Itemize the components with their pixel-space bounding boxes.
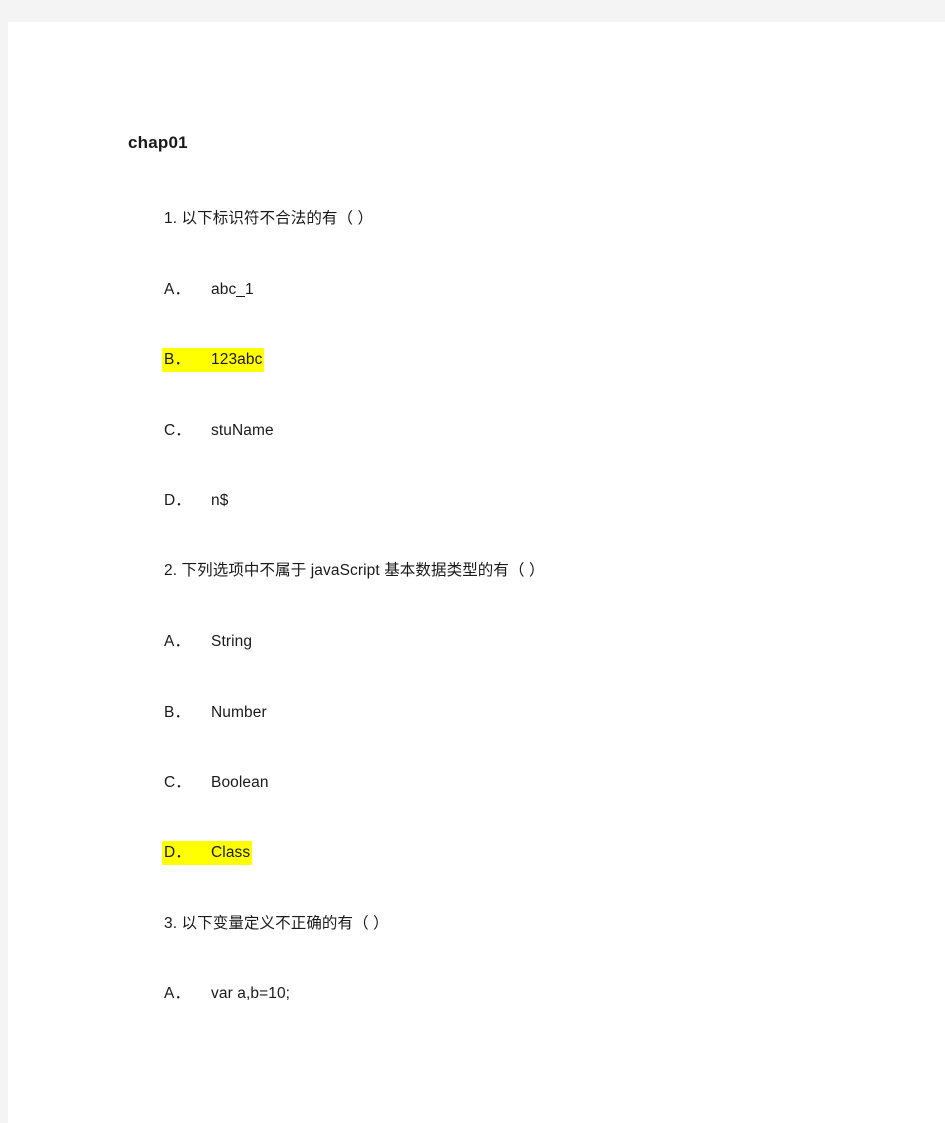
option-1-d: D． n$ [164, 490, 228, 512]
option-text: Boolean [211, 774, 269, 791]
option-2-b: B． Number [164, 702, 267, 724]
option-letter: B． [164, 704, 191, 721]
option-text: stuName [211, 422, 274, 439]
option-letter: A． [164, 633, 191, 650]
question-prompt-3: 3. 以下变量定义不正确的有（ ） [164, 915, 389, 932]
option-text: abc_1 [211, 281, 254, 298]
option-text: Number [211, 704, 267, 721]
option-letter: A． [164, 985, 191, 1002]
option-2-c: C． Boolean [164, 772, 269, 794]
option-1-c: C． stuName [164, 420, 274, 442]
option-letter: C． [164, 422, 191, 439]
option-text: n$ [211, 492, 229, 509]
option-text: 123abc [211, 351, 263, 368]
option-2-a: A． String [164, 631, 252, 653]
question-prompt-2: 2. 下列选项中不属于 javaScript 基本数据类型的有（ ） [164, 562, 545, 579]
question-prompt-1: 1. 以下标识符不合法的有（ ） [164, 210, 374, 227]
option-text: String [211, 633, 253, 650]
option-letter: B． [164, 351, 191, 368]
option-text: var a,b=10; [211, 985, 291, 1002]
option-3-a: A． var a,b=10; [164, 983, 290, 1005]
option-letter: A． [164, 281, 191, 298]
document-page: chap01 1. 以下标识符不合法的有（ ） A． abc_1 B． 123abc… [8, 22, 945, 1123]
option-text: Class [211, 844, 251, 861]
option-1-a: A． abc_1 [164, 279, 254, 301]
option-letter: D． [164, 844, 191, 861]
option-letter: D． [164, 492, 191, 509]
page-title: chap01 [128, 133, 188, 152]
option-letter: C． [164, 774, 191, 791]
option-2-d: D． Class [162, 841, 253, 865]
option-1-b: B． 123abc [162, 348, 265, 372]
